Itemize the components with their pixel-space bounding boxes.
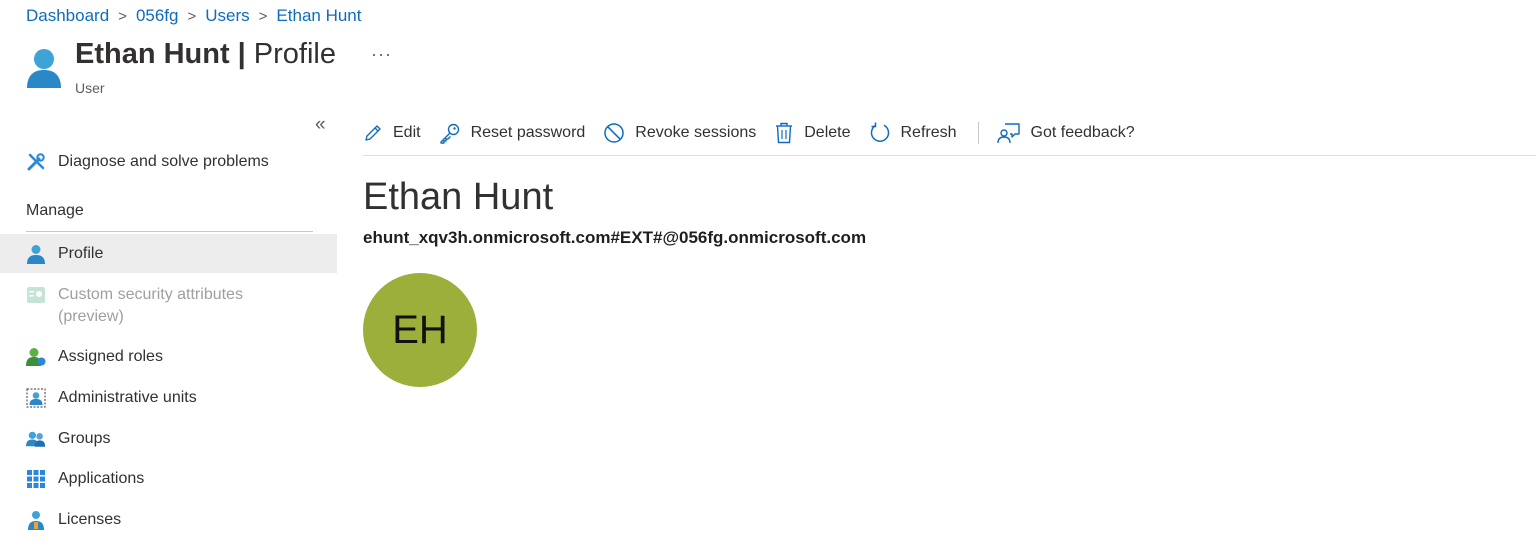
key-icon	[439, 123, 459, 144]
edit-label: Edit	[393, 124, 421, 141]
licenses-icon	[26, 510, 46, 530]
sidebar-item-applications[interactable]: Applications	[0, 467, 337, 491]
breadcrumb-separator: >	[258, 7, 268, 25]
delete-label: Delete	[804, 124, 851, 141]
sidebar-item-licenses[interactable]: Licenses	[0, 508, 337, 532]
trash-icon	[776, 122, 793, 144]
sidebar-item-label-secondary: (preview)	[58, 308, 124, 325]
command-bar: Edit Reset password Revoke sessions Dele…	[363, 116, 1153, 150]
pencil-icon	[365, 125, 381, 141]
user-display-name: Ethan Hunt	[363, 176, 554, 218]
breadcrumb-user[interactable]: Ethan Hunt	[276, 6, 361, 26]
avatar-initials: EH	[392, 307, 448, 352]
breadcrumb-dashboard[interactable]: Dashboard	[26, 6, 109, 26]
breadcrumb-users[interactable]: Users	[205, 6, 249, 26]
toolbar-divider-line	[363, 155, 1536, 156]
sidebar-item-diagnose[interactable]: Diagnose and solve problems	[0, 150, 337, 174]
sidebar-item-custom-security-attributes[interactable]: Custom security attributes (preview)	[0, 282, 337, 330]
user-principal-name: ehunt_xqv3h.onmicrosoft.com#EXT#@056fg.o…	[363, 228, 867, 247]
sidebar-item-label: Administrative units	[58, 389, 197, 406]
breadcrumb: Dashboard > 056fg > Users > Ethan Hunt	[26, 4, 361, 28]
applications-icon	[26, 469, 46, 489]
administrative-units-icon	[26, 388, 46, 408]
sidebar-item-label: Applications	[58, 470, 145, 487]
refresh-icon	[870, 122, 889, 142]
sidebar-item-label: Licenses	[58, 511, 122, 528]
user-icon	[26, 47, 62, 89]
page-title-section: Profile	[253, 38, 336, 70]
revoke-sessions-button[interactable]: Revoke sessions	[603, 116, 756, 150]
sidebar-item-administrative-units[interactable]: Administrative units	[0, 386, 337, 410]
feedback-label: Got feedback?	[1030, 124, 1135, 141]
page-title-name: Ethan Hunt	[75, 38, 230, 70]
reset-password-label: Reset password	[470, 124, 586, 141]
section-label-manage: Manage	[26, 202, 84, 219]
avatar: EH	[363, 273, 477, 387]
revoke-sessions-label: Revoke sessions	[635, 124, 757, 141]
feedback-button[interactable]: Got feedback?	[996, 116, 1135, 150]
sidebar-item-assigned-roles[interactable]: Assigned roles	[0, 345, 337, 369]
page-title-separator: |	[237, 38, 246, 70]
breadcrumb-separator: >	[187, 7, 197, 25]
wrench-screwdriver-icon	[26, 152, 46, 172]
breadcrumb-separator: >	[118, 7, 127, 25]
refresh-label: Refresh	[900, 124, 957, 141]
breadcrumb-tenant[interactable]: 056fg	[136, 6, 179, 26]
delete-button[interactable]: Delete	[774, 116, 851, 150]
sidebar-item-label: Custom security attributes	[58, 286, 243, 303]
groups-icon	[26, 429, 46, 449]
sidebar-item-label: Assigned roles	[58, 348, 163, 365]
assigned-roles-icon	[26, 347, 46, 367]
page-subtitle: User	[75, 80, 105, 96]
sidebar-item-label: Groups	[58, 430, 111, 447]
sidebar-item-profile[interactable]: Profile	[0, 234, 337, 273]
feedback-icon	[996, 123, 1020, 144]
page-title: Ethan Hunt | Profile	[75, 38, 336, 71]
edit-button[interactable]: Edit	[363, 116, 421, 150]
prohibited-icon	[604, 123, 625, 143]
section-divider	[26, 231, 313, 232]
reset-password-button[interactable]: Reset password	[439, 116, 586, 150]
sidebar-item-label: Diagnose and solve problems	[58, 153, 269, 170]
toolbar-divider	[977, 122, 979, 144]
security-attributes-icon	[26, 285, 46, 305]
collapse-sidebar-button[interactable]: «	[315, 114, 326, 136]
sidebar-item-label: Profile	[58, 244, 104, 262]
more-actions-button[interactable]: ···	[371, 44, 392, 65]
refresh-button[interactable]: Refresh	[869, 116, 957, 150]
sidebar-item-groups[interactable]: Groups	[0, 427, 337, 451]
user-icon	[26, 244, 46, 264]
